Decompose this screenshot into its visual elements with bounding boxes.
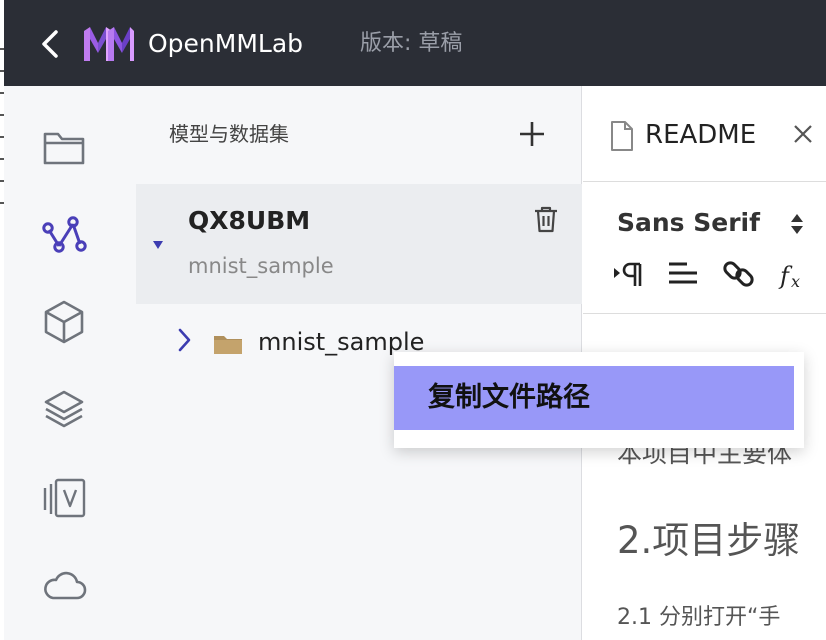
cloud-icon[interactable] bbox=[40, 562, 88, 610]
svg-text:x: x bbox=[791, 272, 800, 291]
back-button[interactable] bbox=[36, 26, 68, 62]
dataset-subtitle: mnist_sample bbox=[188, 254, 334, 278]
layers-icon[interactable] bbox=[40, 386, 88, 434]
add-button[interactable] bbox=[516, 118, 548, 150]
sort-arrows-icon bbox=[791, 214, 803, 234]
tab-label[interactable]: README bbox=[645, 118, 756, 152]
editor-toolbar: Sans Serif f x bbox=[583, 182, 826, 314]
menu-item-label: 复制文件路径 bbox=[428, 382, 590, 413]
content-line-2: 2.1 分别打开“手 bbox=[617, 605, 781, 630]
icon-sidebar bbox=[0, 86, 136, 640]
chevron-right-icon[interactable] bbox=[176, 326, 192, 354]
caret-down-icon[interactable] bbox=[152, 240, 164, 250]
app-name: OpenMMLab bbox=[148, 29, 304, 58]
openmmlab-logo-icon bbox=[84, 27, 134, 61]
formula-icon[interactable]: f x bbox=[777, 256, 813, 292]
dataset-item[interactable]: QX8UBM mnist_sample bbox=[136, 184, 582, 304]
paragraph-icon[interactable] bbox=[611, 256, 647, 292]
link-icon[interactable] bbox=[721, 256, 757, 292]
tab-readme[interactable]: README bbox=[583, 86, 826, 182]
top-bar: OpenMMLab 版本: 草稿 bbox=[0, 0, 826, 86]
version-label: 版本: 草稿 bbox=[360, 31, 463, 56]
align-icon[interactable] bbox=[665, 256, 701, 292]
plus-icon bbox=[520, 122, 544, 146]
trash-icon bbox=[535, 206, 557, 233]
left-edge-strip bbox=[0, 0, 4, 640]
folder-filled-icon bbox=[214, 336, 242, 354]
font-select-value: Sans Serif bbox=[617, 208, 760, 237]
panel-title: 模型与数据集 bbox=[169, 122, 289, 146]
font-select[interactable]: Sans Serif bbox=[617, 206, 813, 242]
folder-icon[interactable] bbox=[40, 122, 88, 170]
graph-nodes-icon[interactable] bbox=[40, 210, 88, 258]
dataset-name: QX8UBM bbox=[188, 206, 311, 235]
cube-icon[interactable] bbox=[40, 298, 88, 346]
document-icon bbox=[611, 121, 633, 151]
close-icon[interactable] bbox=[791, 122, 815, 146]
content-heading-2: 2.项目步骤 bbox=[617, 519, 801, 562]
context-menu: 复制文件路径 bbox=[394, 352, 804, 448]
delete-button[interactable] bbox=[532, 204, 560, 234]
copy-file-path-menu-item[interactable]: 复制文件路径 bbox=[394, 366, 794, 430]
version-stack-icon[interactable] bbox=[40, 474, 88, 522]
chevron-left-icon bbox=[42, 30, 58, 58]
